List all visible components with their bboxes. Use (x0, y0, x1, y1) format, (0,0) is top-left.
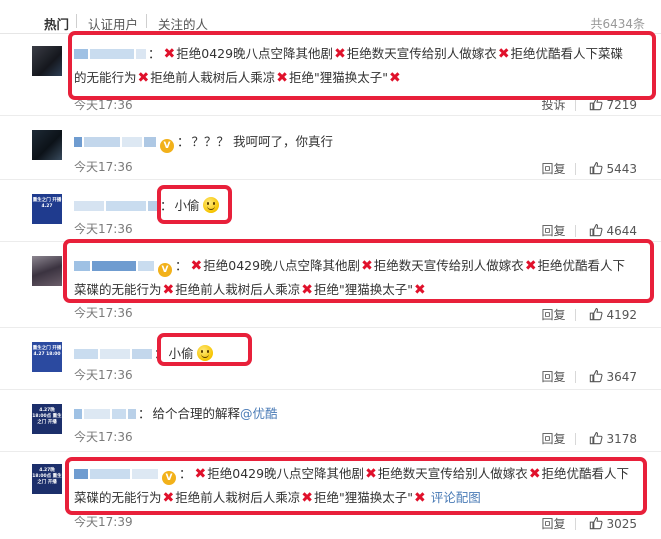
reply-button[interactable]: 回复 (541, 222, 565, 239)
comment-actions: 回复 3647 (535, 368, 637, 385)
avatar[interactable]: 4.27晚 18:00点 重生之门 开播 (32, 404, 62, 434)
highlight-box (157, 333, 252, 366)
reply-button[interactable]: 回复 (541, 368, 565, 385)
comment-time: 今天17:36 (74, 160, 133, 174)
reply-button[interactable]: 回复 (541, 515, 565, 532)
like-button[interactable]: 4192 (589, 307, 637, 322)
avatar-caption: 重生之门 开播 4.27 (32, 198, 62, 209)
comment-total-count: 共6434条 (590, 17, 645, 31)
highlight-box (68, 31, 656, 100)
username-blurred[interactable] (74, 343, 154, 359)
avatar[interactable] (32, 46, 62, 76)
avatar[interactable]: 4.27晚 18:00点 重生之门 开播 (32, 464, 62, 494)
avatar-caption: 4.27晚 18:00点 重生之门 开播 (32, 468, 62, 485)
comment-actions: 回复 5443 (535, 160, 637, 177)
like-button[interactable]: 3025 (589, 516, 637, 531)
comment-text: ？？？ 我呵呵了，你真行 (191, 134, 333, 149)
comment-item: 重生之门 开播 4.27 18:00 ：小偷 今天17:36 回复 3647 (0, 328, 661, 390)
thumbs-up-icon (590, 517, 603, 530)
like-count: 3178 (606, 432, 637, 446)
like-count: 7219 (606, 98, 637, 112)
comment-item: 4.27晚 18:00点 重生之门 开播 ：给个合理的解释@优酷 今天17:36… (0, 390, 661, 452)
like-button[interactable]: 3178 (589, 431, 637, 446)
comment-time: 今天17:36 (74, 306, 133, 320)
avatar-caption: 4.27晚 18:00点 重生之门 开播 (32, 408, 62, 425)
comment-content: V：？？？ 我呵呵了，你真行 (74, 130, 643, 153)
comment-time: 今天17:36 (74, 368, 133, 382)
username-blurred[interactable] (74, 131, 158, 147)
like-count: 5443 (606, 162, 637, 176)
avatar[interactable]: 重生之门 开播 4.27 (32, 194, 62, 224)
comment-time: 今天17:36 (74, 222, 133, 236)
tab-divider (76, 14, 77, 28)
reply-button[interactable]: 回复 (541, 306, 565, 323)
highlight-box (157, 185, 232, 224)
highlight-box (65, 457, 647, 515)
comment-actions: 回复 3178 (535, 430, 637, 447)
comment-filter-tabs: 热门 认证用户 关注的人 共6434条 (0, 0, 661, 34)
avatar-caption: 重生之门 开播 4.27 18:00 (32, 346, 62, 357)
like-button[interactable]: 5443 (589, 161, 637, 176)
like-count: 3647 (606, 370, 637, 384)
like-button[interactable]: 4644 (589, 223, 637, 238)
avatar[interactable] (32, 130, 62, 160)
reply-button[interactable]: 回复 (541, 430, 565, 447)
username-blurred[interactable] (74, 403, 138, 419)
comment-item: V：？？？ 我呵呵了，你真行 今天17:36 回复 5443 (0, 116, 661, 180)
thumbs-up-icon (590, 370, 603, 383)
tab-hot[interactable]: 热门 (44, 14, 69, 33)
mention-link[interactable]: @优酷 (240, 406, 278, 421)
avatar[interactable]: 重生之门 开播 4.27 18:00 (32, 342, 62, 372)
avatar[interactable] (32, 256, 62, 286)
comment-actions: 回复 4644 (535, 222, 637, 239)
highlight-box (63, 239, 654, 303)
thumbs-up-icon (590, 308, 603, 321)
comment-actions: 回复 3025 (535, 515, 637, 532)
thumbs-up-icon (590, 432, 603, 445)
comment-content: ：给个合理的解释@优酷 (74, 402, 643, 425)
like-count: 4644 (606, 224, 637, 238)
comment-item: 重生之门 开播 4.27 ：小偷 今天17:36 回复 4644 (0, 180, 661, 242)
thumbs-up-icon (590, 162, 603, 175)
like-button[interactable]: 3647 (589, 369, 637, 384)
comment-text: 给个合理的解释 (152, 406, 241, 421)
thumbs-up-icon (590, 224, 603, 237)
reply-button[interactable]: 回复 (541, 160, 565, 177)
like-count: 3025 (606, 517, 637, 531)
username-blurred[interactable] (74, 195, 160, 211)
comment-time: 今天17:36 (74, 430, 133, 444)
like-count: 4192 (606, 308, 637, 322)
tab-divider (146, 14, 147, 28)
verified-badge-icon: V (160, 139, 174, 153)
comment-actions: 回复 4192 (535, 306, 637, 323)
comment-time: 今天17:39 (74, 515, 133, 529)
